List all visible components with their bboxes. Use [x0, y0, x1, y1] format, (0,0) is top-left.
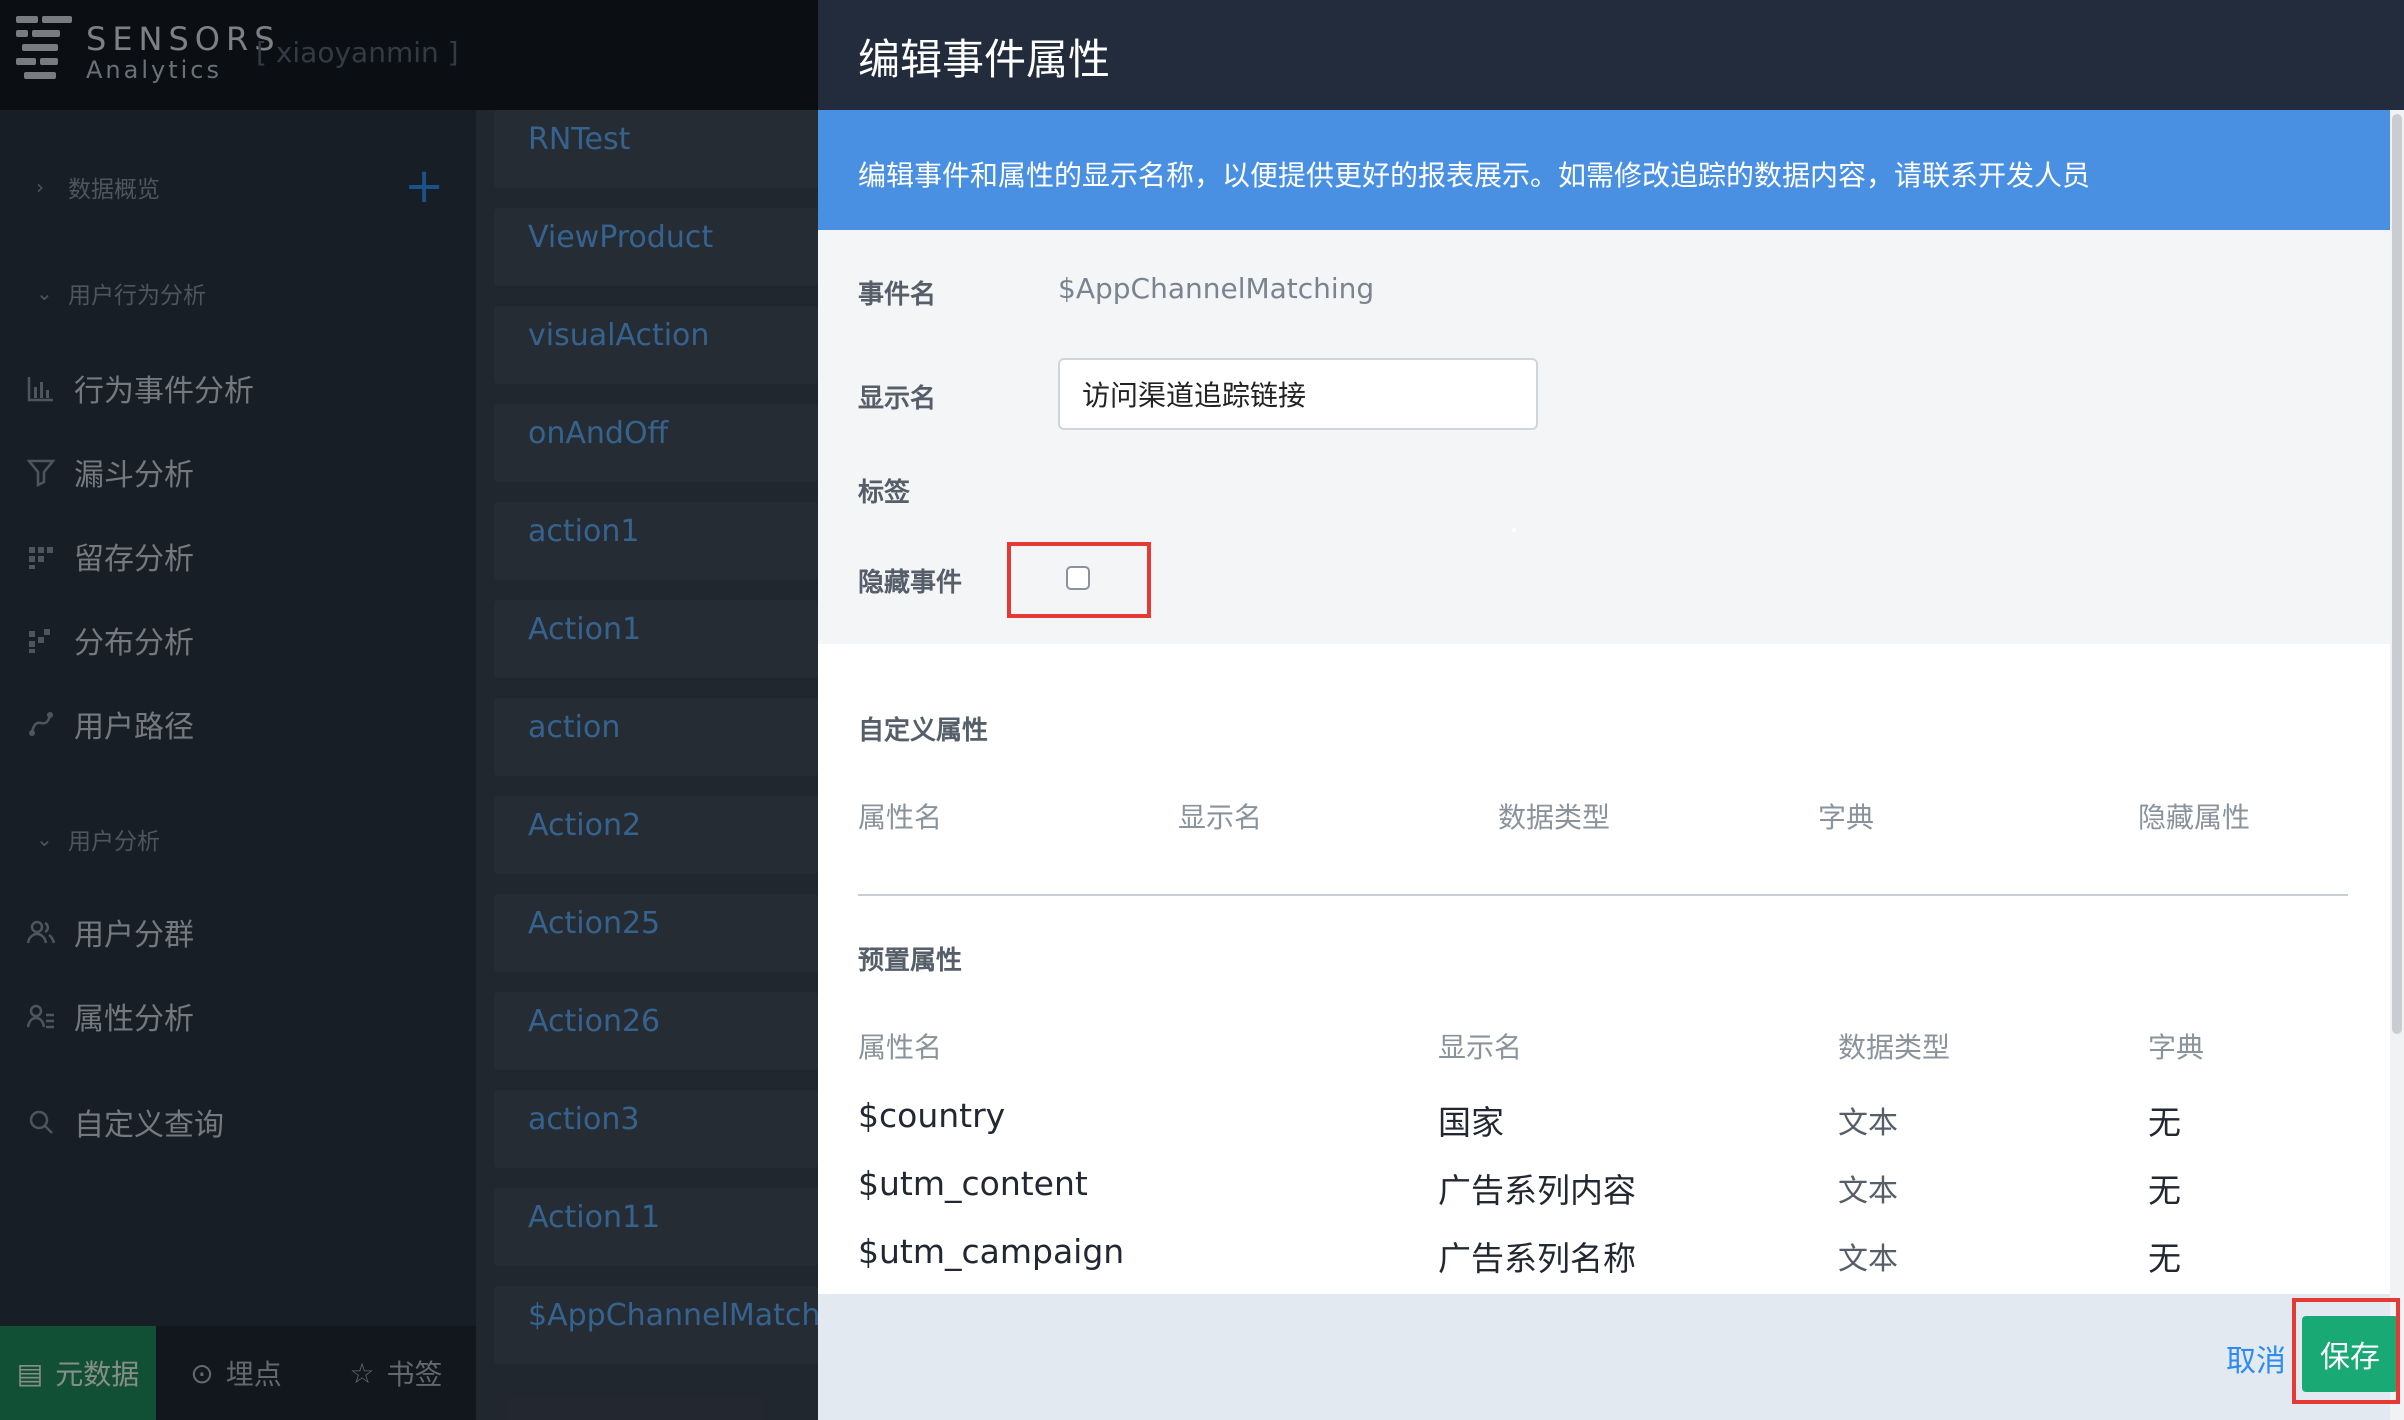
event-name-label: 事件名 [858, 280, 937, 310]
table-cell: $utm_campaign [858, 1232, 1125, 1271]
display-name-input-value: 访问渠道追踪链接 [1082, 379, 1307, 412]
display-name-label: 显示名 [858, 384, 937, 414]
table-cell: 广告系列内容 [1438, 1171, 1636, 1210]
modal-scrollbar[interactable] [2390, 110, 2404, 1420]
edit-event-modal: 编辑事件属性 编辑事件和属性的显示名称，以便提供更好的报表展示。如需修改追踪的数… [818, 0, 2404, 1420]
modal-footer: 取消 保存 [818, 1294, 2398, 1420]
table-cell: 广告系列名称 [1438, 1239, 1636, 1278]
info-notice: 编辑事件和属性的显示名称，以便提供更好的报表展示。如需修改追踪的数据内容，请联系… [818, 110, 2390, 230]
table-cell: 无 [2148, 1239, 2181, 1278]
table-cell: $country [858, 1096, 1006, 1135]
display-name-input[interactable]: 访问渠道追踪链接 [1058, 358, 1538, 430]
preset-header-prop-name: 属性名 [858, 1031, 943, 1064]
preset-props-title: 预置属性 [858, 946, 963, 976]
decorative-dot [1512, 528, 1516, 532]
table-cell: 无 [2148, 1171, 2181, 1210]
cancel-button[interactable]: 取消 [2226, 1336, 2286, 1380]
scrollbar-thumb[interactable] [2392, 114, 2402, 1034]
highlight-box-checkbox [1007, 542, 1151, 618]
table-cell: 文本 [1838, 1106, 1898, 1141]
custom-header-prop-name: 属性名 [858, 801, 943, 834]
custom-header-dictionary: 字典 [1818, 801, 1875, 834]
notice-text: 编辑事件和属性的显示名称，以便提供更好的报表展示。如需修改追踪的数据内容，请联系… [858, 159, 2091, 192]
section-divider [858, 894, 2348, 896]
modal-backdrop[interactable] [0, 0, 818, 1420]
modal-header: 编辑事件属性 [818, 0, 2404, 110]
custom-header-hidden: 隐藏属性 [2138, 801, 2251, 834]
custom-header-display-name: 显示名 [1178, 801, 1263, 834]
table-cell: 文本 [1838, 1242, 1898, 1277]
properties-section: 自定义属性 属性名 显示名 数据类型 字典 隐藏属性 预置属性 属性名 显示名 … [818, 644, 2390, 1294]
preset-header-data-type: 数据类型 [1838, 1031, 1951, 1064]
table-cell: 文本 [1838, 1174, 1898, 1209]
table-cell: 无 [2148, 1103, 2181, 1142]
highlight-box-save [2292, 1298, 2400, 1404]
hide-event-label: 隐藏事件 [858, 568, 963, 598]
preset-header-display-name: 显示名 [1438, 1031, 1523, 1064]
table-cell: 国家 [1438, 1103, 1504, 1142]
table-cell: $utm_content [858, 1164, 1088, 1203]
preset-header-dictionary: 字典 [2148, 1031, 2205, 1064]
modal-title: 编辑事件属性 [858, 35, 1111, 84]
event-name-value: $AppChannelMatching [1058, 272, 1375, 305]
event-form: 事件名 $AppChannelMatching 显示名 访问渠道追踪链接 标签 … [818, 230, 2390, 644]
tag-label: 标签 [858, 478, 911, 508]
custom-header-data-type: 数据类型 [1498, 801, 1611, 834]
custom-props-title: 自定义属性 [858, 716, 989, 746]
